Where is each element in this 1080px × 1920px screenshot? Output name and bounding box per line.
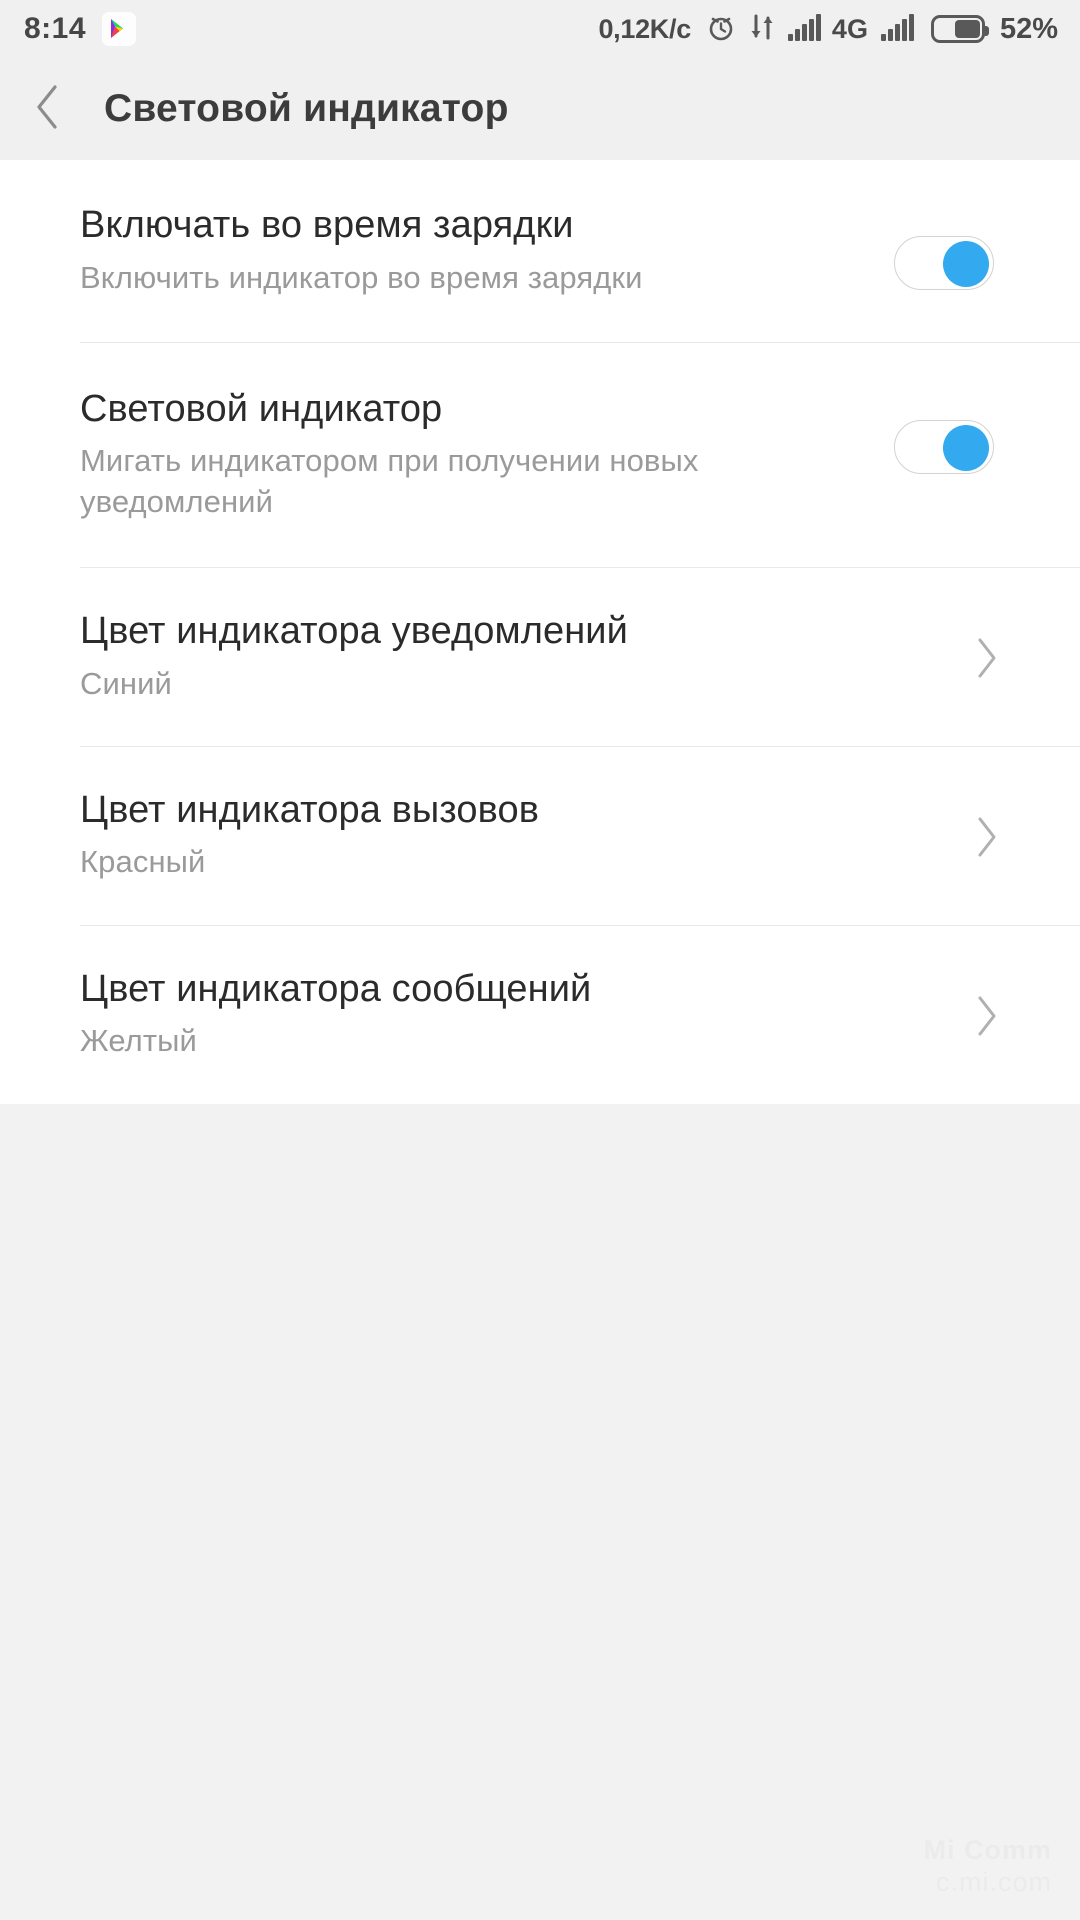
toggle-thumb	[943, 424, 989, 471]
setting-row-text: Цвет индикатора уведомлений Синий	[80, 610, 894, 704]
setting-row-text: Цвет индикатора вызовов Красный	[80, 789, 894, 883]
setting-row-text: Световой индикатор Мигать индикатором пр…	[80, 388, 894, 522]
setting-row-text: Цвет индикатора сообщений Желтый	[80, 968, 894, 1062]
setting-value: Желтый	[80, 1023, 197, 1059]
page-title: Световой индикатор	[104, 87, 509, 130]
phone-screen: 8:14 0,12K/c 4G 52% Световой индикатор В…	[0, 0, 1080, 1920]
chevron-right-icon	[974, 636, 1000, 685]
status-bar-clock: 8:14	[24, 12, 87, 45]
status-bar-notification-icons	[102, 12, 137, 46]
setting-row-charging-indicator[interactable]: Включать во время зарядки Включить индик…	[0, 160, 1080, 342]
setting-control[interactable]	[894, 610, 1080, 685]
setting-title: Цвет индикатора сообщений	[80, 967, 592, 1010]
alarm-icon	[706, 12, 736, 47]
toggle-thumb	[943, 241, 989, 287]
network-type-label: 4G	[831, 13, 868, 44]
setting-control	[894, 388, 1080, 474]
settings-list: Включать во время зарядки Включить индик…	[0, 160, 1080, 1104]
setting-subtitle: Включить индикатор во время зарядки	[80, 259, 643, 295]
setting-value: Красный	[80, 844, 206, 880]
back-button[interactable]	[0, 58, 96, 160]
setting-control[interactable]	[894, 968, 1080, 1043]
setting-title: Световой индикатор	[80, 387, 443, 430]
setting-row-call-light-color[interactable]: Цвет индикатора вызовов Красный	[0, 747, 1080, 925]
data-transfer-icon	[749, 12, 775, 47]
network-speed-label: 0,12K/c	[598, 13, 691, 44]
setting-row-light-indicator[interactable]: Световой индикатор Мигать индикатором пр…	[0, 343, 1080, 567]
watermark-line-2: c.mi.com	[936, 1866, 1052, 1897]
battery-percent-label: 52%	[999, 12, 1058, 45]
watermark-line-1: Mi Comm	[923, 1834, 1052, 1865]
signal-bars-icon	[787, 13, 824, 46]
setting-subtitle: Мигать индикатором при получении новых у…	[80, 443, 699, 519]
setting-row-message-light-color[interactable]: Цвет индикатора сообщений Желтый	[0, 926, 1080, 1104]
setting-title: Цвет индикатора уведомлений	[80, 609, 628, 652]
setting-value: Синий	[80, 665, 172, 701]
battery-icon	[930, 15, 989, 43]
google-play-icon	[102, 12, 137, 46]
setting-control	[894, 204, 1080, 290]
setting-title: Включать во время зарядки	[80, 204, 574, 246]
signal-bars-icon-2	[880, 13, 917, 46]
app-bar: Световой индикатор	[0, 58, 1080, 160]
toggle-switch-charging-indicator[interactable]	[894, 236, 994, 290]
chevron-right-icon	[974, 815, 1000, 864]
status-bar-right-group: 0,12K/c 4G 52%	[598, 12, 1058, 47]
setting-title: Цвет индикатора вызовов	[80, 788, 540, 831]
chevron-right-icon	[974, 994, 1000, 1043]
setting-row-notification-light-color[interactable]: Цвет индикатора уведомлений Синий	[0, 568, 1080, 746]
toggle-switch-light-indicator[interactable]	[894, 419, 994, 474]
status-bar: 8:14 0,12K/c 4G 52%	[0, 0, 1080, 58]
setting-control[interactable]	[894, 789, 1080, 864]
setting-row-text: Включать во время зарядки Включить индик…	[80, 204, 894, 298]
chevron-left-icon	[33, 82, 63, 137]
watermark: Mi Comm c.mi.com	[924, 1835, 1053, 1898]
battery-fill	[955, 20, 980, 38]
